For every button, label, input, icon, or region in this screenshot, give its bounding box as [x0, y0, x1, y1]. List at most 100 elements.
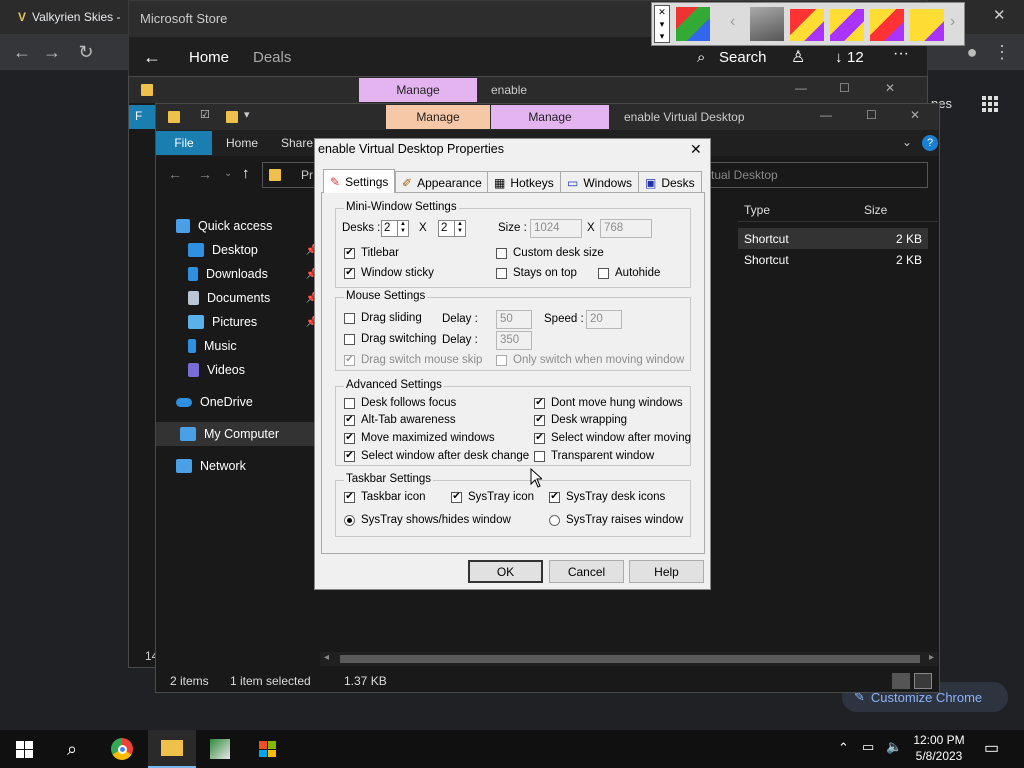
column-size[interactable]: Size — [864, 203, 887, 217]
store-taskbar-icon[interactable] — [244, 730, 292, 768]
taskbar-icon-checkbox[interactable]: ✔ Taskbar icon — [344, 491, 426, 503]
store-nav-deals[interactable]: Deals — [253, 49, 291, 66]
alt-tab-checkbox[interactable]: ✔ Alt-Tab awareness — [344, 414, 456, 426]
drag-switch-skip-checkbox[interactable]: ✔ Drag switch mouse skip — [344, 354, 482, 366]
systray-raises-radio[interactable]: SysTray raises window — [549, 514, 683, 526]
minimize-icon[interactable]: — — [820, 108, 832, 122]
window-sticky-checkbox[interactable]: ✔ Window sticky — [344, 267, 434, 279]
nav-downloads[interactable]: Downloads 📌 — [188, 262, 318, 286]
help-icon[interactable]: ? — [922, 135, 938, 151]
downloads-icon[interactable]: ↓ — [835, 49, 843, 66]
nav-my-computer[interactable]: My Computer — [156, 422, 320, 446]
file-row[interactable]: Shortcut 2 KB — [738, 249, 928, 270]
nav-videos[interactable]: Videos — [188, 358, 318, 382]
clock[interactable]: 12:00 PM 5/8/2023 — [908, 732, 970, 766]
menu-home[interactable]: Home — [216, 131, 268, 155]
menu-file[interactable]: File — [156, 131, 212, 155]
tab-appearance[interactable]: ✐ Appearance — [395, 171, 489, 193]
dialog-close-icon[interactable]: ✕ — [690, 141, 702, 158]
chrome-tab[interactable]: V Valkyrien Skies - — [8, 4, 133, 30]
file-tab-back[interactable]: F — [129, 105, 157, 129]
tab-desks[interactable]: ▣ Desks — [638, 171, 702, 193]
nav-back-icon[interactable]: ← — [168, 166, 182, 182]
desk-wrapping-checkbox[interactable]: ✔ Desk wrapping — [534, 414, 627, 426]
ok-button[interactable]: OK — [468, 560, 543, 583]
maximize-icon[interactable]: ☐ — [866, 108, 877, 122]
mini-right-arrow[interactable]: › — [950, 13, 955, 31]
nav-documents[interactable]: Documents 📌 — [188, 286, 318, 310]
desk-icon[interactable] — [790, 9, 824, 41]
systray-icon-checkbox[interactable]: ✔ SysTray icon — [451, 491, 534, 503]
manage-tab-app[interactable]: Manage — [491, 105, 609, 129]
app-taskbar-icon[interactable] — [196, 730, 244, 768]
checkbox-icon[interactable]: ☑ — [200, 108, 210, 121]
store-nav-home[interactable]: Home — [189, 49, 229, 66]
only-switch-checkbox[interactable]: Only switch when moving window — [496, 354, 684, 366]
spinner-arrows-icon[interactable]: ▲ ▼ — [454, 221, 465, 236]
desk-icon[interactable] — [676, 7, 710, 41]
maximize-icon[interactable]: ☐ — [839, 81, 850, 95]
titlebar-checkbox[interactable]: ✔ Titlebar — [344, 247, 399, 259]
desks-x-spinner[interactable]: 2 ▲ ▼ — [381, 220, 409, 237]
volume-icon[interactable]: 🔈 — [886, 739, 902, 755]
desk-icon[interactable] — [870, 9, 904, 41]
move-maximized-checkbox[interactable]: ✔ Move maximized windows — [344, 432, 495, 444]
file-row[interactable]: Shortcut 2 KB — [738, 228, 928, 249]
nav-quick-access[interactable]: Quick access — [176, 214, 336, 238]
manage-tab-shortcut[interactable]: Manage — [386, 105, 490, 129]
size-height-input[interactable]: 768 — [600, 219, 652, 238]
horizontal-scrollbar[interactable]: ◂ ▸ — [320, 652, 938, 666]
nav-onedrive[interactable]: OneDrive — [176, 390, 336, 414]
mini-window-controls[interactable]: ✕ ▾ ▾ — [654, 5, 670, 43]
close-icon[interactable]: ✕ — [910, 108, 920, 122]
manage-tab[interactable]: Manage — [359, 78, 477, 102]
stays-on-top-checkbox[interactable]: Stays on top — [496, 267, 577, 279]
chrome-close-icon[interactable]: ✕ — [993, 6, 1006, 24]
chrome-taskbar-icon[interactable] — [98, 730, 146, 768]
store-back-icon[interactable]: ← — [143, 47, 161, 68]
apps-grid-icon[interactable] — [982, 96, 998, 112]
tab-settings[interactable]: ✎ Settings — [323, 169, 396, 193]
cancel-button[interactable]: Cancel — [549, 560, 624, 583]
nav-up-icon[interactable]: ↑ — [242, 165, 250, 182]
select-after-moving-checkbox[interactable]: ✔ Select window after moving — [534, 432, 691, 444]
search-icon[interactable]: ⌕ — [48, 730, 96, 768]
select-after-desk-change-checkbox[interactable]: ✔ Select window after desk change — [344, 450, 529, 462]
menu-icon[interactable]: ⋮ — [988, 38, 1016, 66]
scrollbar-thumb[interactable] — [340, 655, 920, 663]
help-button[interactable]: Help — [629, 560, 704, 583]
virtual-desktop-mini-window[interactable]: ✕ ▾ ▾ ‹ › — [651, 2, 965, 46]
dont-move-hung-checkbox[interactable]: ✔ Dont move hung windows — [534, 397, 683, 409]
nav-network[interactable]: Network — [176, 454, 336, 478]
notification-icon[interactable]: ▭ — [984, 738, 999, 758]
scroll-left-icon[interactable]: ◂ — [324, 652, 329, 663]
back-icon[interactable]: ← — [8, 38, 36, 66]
nav-forward-icon[interactable]: → — [198, 166, 212, 182]
custom-desk-size-checkbox[interactable]: Custom desk size — [496, 247, 604, 259]
downloads-count[interactable]: 12 — [847, 49, 864, 66]
transparent-window-checkbox[interactable]: Transparent window — [534, 450, 654, 462]
network-tray-icon[interactable]: ▭ — [862, 739, 874, 755]
nav-pictures[interactable]: Pictures 📌 — [188, 310, 318, 334]
file-explorer-taskbar-icon[interactable] — [148, 730, 196, 768]
desk-icon[interactable] — [750, 7, 784, 41]
systray-desk-icons-checkbox[interactable]: ✔ SysTray desk icons — [549, 491, 665, 503]
desk-icon[interactable] — [830, 9, 864, 41]
minimize-icon[interactable]: — — [795, 81, 807, 95]
ribbon-expand-icon[interactable]: ⌄ — [902, 135, 912, 149]
scroll-right-icon[interactable]: ▸ — [929, 652, 934, 663]
tray-chevron-icon[interactable]: ⌃ — [838, 740, 849, 756]
tiles-view-icon[interactable] — [914, 673, 932, 689]
drag-sliding-checkbox[interactable]: Drag sliding — [344, 312, 422, 324]
close-icon[interactable]: ✕ — [885, 81, 895, 95]
tab-windows[interactable]: ▭ Windows — [560, 171, 640, 193]
size-width-input[interactable]: 1024 — [530, 219, 582, 238]
spinner-arrows-icon[interactable]: ▲ ▼ — [397, 221, 408, 236]
nav-music[interactable]: Music — [188, 334, 318, 358]
delay-input-2[interactable]: 350 — [496, 331, 532, 350]
desk-icon[interactable] — [910, 9, 944, 41]
tab-hotkeys[interactable]: ▦ Hotkeys — [487, 171, 561, 193]
column-type[interactable]: Type — [744, 203, 770, 217]
reload-icon[interactable]: ↻ — [72, 38, 100, 66]
forward-icon[interactable]: → — [38, 38, 66, 66]
